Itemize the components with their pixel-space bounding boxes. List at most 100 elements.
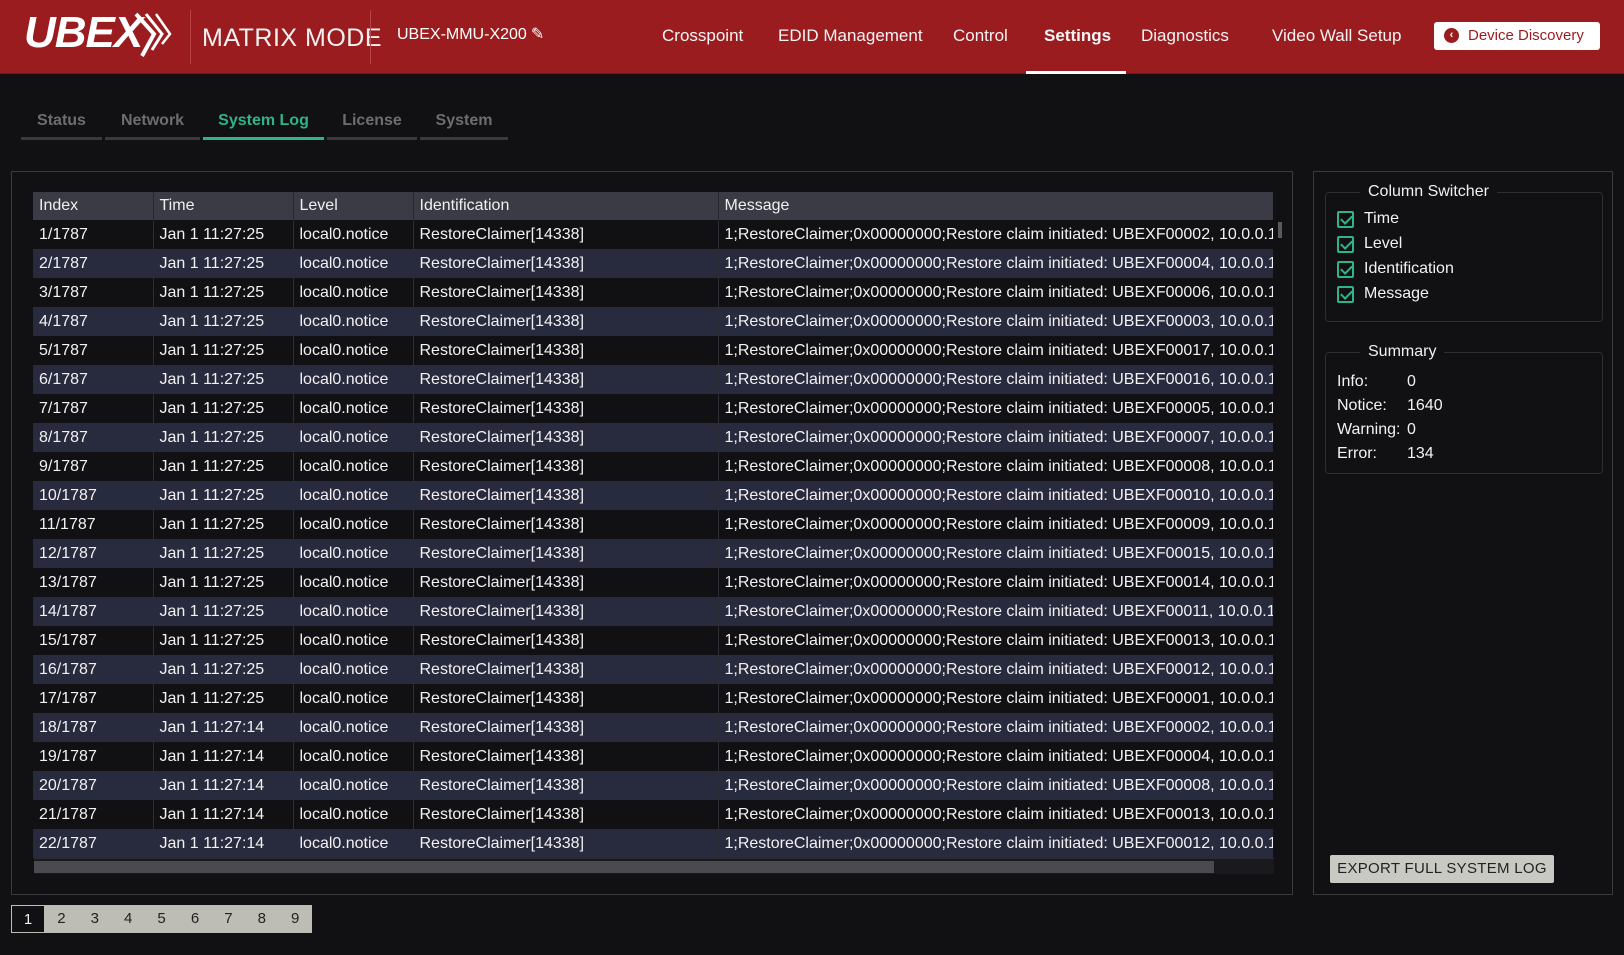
- cell-level: local0.notice: [293, 394, 414, 423]
- subtab-system[interactable]: System: [420, 108, 508, 140]
- page-3-button[interactable]: 3: [78, 905, 112, 933]
- column-switcher-title: Column Switcher: [1360, 183, 1497, 201]
- page-7-button[interactable]: 7: [211, 905, 245, 933]
- cell-identification: RestoreClaimer[14338]: [413, 365, 719, 394]
- col-header-time[interactable]: Time: [153, 192, 294, 220]
- device-name[interactable]: UBEX-MMU-X200 ✎: [397, 24, 544, 44]
- table-row[interactable]: 22/1787 Jan 1 11:27:14 local0.notice Restor…: [33, 829, 1273, 858]
- col-header-message[interactable]: Message: [718, 192, 1273, 220]
- nav-diagnostics[interactable]: Diagnostics: [1141, 26, 1229, 46]
- cell-message: 1;RestoreClaimer;0x00000000;Restore clai…: [718, 539, 1273, 568]
- horizontal-scrollbar-thumb[interactable]: [34, 861, 1214, 873]
- cell-identification: RestoreClaimer[14338]: [413, 278, 719, 307]
- export-system-log-button[interactable]: EXPORT FULL SYSTEM LOG: [1330, 855, 1554, 883]
- table-row[interactable]: 15/1787 Jan 1 11:27:25 local0.notice Restor…: [33, 626, 1273, 655]
- page-4-button[interactable]: 4: [111, 905, 145, 933]
- page-5-button[interactable]: 5: [145, 905, 179, 933]
- cell-time: Jan 1 11:27:25: [153, 655, 294, 684]
- page-6-button[interactable]: 6: [178, 905, 212, 933]
- log-table: Index Time Level Identification Message …: [33, 192, 1273, 858]
- horizontal-scrollbar[interactable]: [34, 858, 1274, 874]
- cell-message: 1;RestoreClaimer;0x00000000;Restore clai…: [718, 597, 1273, 626]
- table-row[interactable]: 14/1787 Jan 1 11:27:25 local0.notice Restor…: [33, 597, 1273, 626]
- cell-time: Jan 1 11:27:25: [153, 365, 294, 394]
- cell-message: 1;RestoreClaimer;0x00000000;Restore clai…: [718, 655, 1273, 684]
- page-8-button[interactable]: 8: [245, 905, 279, 933]
- log-table-container[interactable]: Index Time Level Identification Message …: [33, 192, 1273, 860]
- pencil-icon[interactable]: ✎: [531, 24, 544, 44]
- table-row[interactable]: 17/1787 Jan 1 11:27:25 local0.notice Restor…: [33, 684, 1273, 713]
- side-panel: Column Switcher Time Level Identificatio…: [1313, 171, 1613, 895]
- table-row[interactable]: 3/1787 Jan 1 11:27:25 local0.notice Restore…: [33, 278, 1273, 307]
- table-row[interactable]: 21/1787 Jan 1 11:27:14 local0.notice Restor…: [33, 800, 1273, 829]
- summary-key: Info:: [1337, 373, 1369, 390]
- cell-message: 1;RestoreClaimer;0x00000000;Restore clai…: [718, 336, 1273, 365]
- table-row[interactable]: 7/1787 Jan 1 11:27:25 local0.notice Restore…: [33, 394, 1273, 423]
- cell-identification: RestoreClaimer[14338]: [413, 510, 719, 539]
- table-row[interactable]: 2/1787 Jan 1 11:27:25 local0.notice Restore…: [33, 249, 1273, 278]
- device-discovery-button[interactable]: ‹ Device Discovery: [1434, 22, 1600, 50]
- checkbox-checked-icon[interactable]: [1337, 211, 1354, 228]
- cell-identification: RestoreClaimer[14338]: [413, 684, 719, 713]
- cell-index: 4/1787: [33, 307, 154, 336]
- table-row[interactable]: 8/1787 Jan 1 11:27:25 local0.notice Restore…: [33, 423, 1273, 452]
- table-row[interactable]: 16/1787 Jan 1 11:27:25 local0.notice Restor…: [33, 655, 1273, 684]
- cell-identification: RestoreClaimer[14338]: [413, 220, 719, 249]
- col-header-index[interactable]: Index: [33, 192, 154, 220]
- nav-control[interactable]: Control: [953, 26, 1008, 46]
- table-row[interactable]: 5/1787 Jan 1 11:27:25 local0.notice Restore…: [33, 336, 1273, 365]
- table-row[interactable]: 19/1787 Jan 1 11:27:14 local0.notice Restor…: [33, 742, 1273, 771]
- cell-level: local0.notice: [293, 423, 414, 452]
- cell-identification: RestoreClaimer[14338]: [413, 568, 719, 597]
- cell-identification: RestoreClaimer[14338]: [413, 829, 719, 858]
- table-row[interactable]: 20/1787 Jan 1 11:27:14 local0.notice Restor…: [33, 771, 1273, 800]
- page-9-button[interactable]: 9: [278, 905, 312, 933]
- subtab-network[interactable]: Network: [105, 108, 200, 140]
- subtab-status[interactable]: Status: [21, 108, 102, 140]
- table-row[interactable]: 1/1787 Jan 1 11:27:25 local0.notice Restore…: [33, 220, 1273, 249]
- cell-message: 1;RestoreClaimer;0x00000000;Restore clai…: [718, 220, 1273, 249]
- cell-time: Jan 1 11:27:25: [153, 278, 294, 307]
- cell-level: local0.notice: [293, 713, 414, 742]
- checkbox-checked-icon[interactable]: [1337, 261, 1354, 278]
- cell-identification: RestoreClaimer[14338]: [413, 423, 719, 452]
- subtab-license[interactable]: License: [327, 108, 417, 140]
- cell-message: 1;RestoreClaimer;0x00000000;Restore clai…: [718, 452, 1273, 481]
- nav-edid-management[interactable]: EDID Management: [778, 26, 923, 46]
- col-header-level[interactable]: Level: [293, 192, 414, 220]
- table-row[interactable]: 11/1787 Jan 1 11:27:25 local0.notice Restor…: [33, 510, 1273, 539]
- page-1-button[interactable]: 1: [11, 905, 45, 933]
- pagination: 123456789: [11, 905, 312, 933]
- cell-index: 20/1787: [33, 771, 154, 800]
- cell-level: local0.notice: [293, 249, 414, 278]
- table-row[interactable]: 9/1787 Jan 1 11:27:25 local0.notice Restore…: [33, 452, 1273, 481]
- table-row[interactable]: 12/1787 Jan 1 11:27:25 local0.notice Restor…: [33, 539, 1273, 568]
- subtab-system-log[interactable]: System Log: [203, 108, 324, 140]
- col-header-identification[interactable]: Identification: [413, 192, 719, 220]
- cell-level: local0.notice: [293, 510, 414, 539]
- summary-key: Warning:: [1337, 421, 1401, 438]
- table-row[interactable]: 13/1787 Jan 1 11:27:25 local0.notice Restor…: [33, 568, 1273, 597]
- vertical-scrollbar[interactable]: [1278, 222, 1282, 238]
- table-row[interactable]: 10/1787 Jan 1 11:27:25 local0.notice Restor…: [33, 481, 1273, 510]
- cell-level: local0.notice: [293, 539, 414, 568]
- cell-level: local0.notice: [293, 742, 414, 771]
- cell-level: local0.notice: [293, 800, 414, 829]
- table-row[interactable]: 6/1787 Jan 1 11:27:25 local0.notice Restore…: [33, 365, 1273, 394]
- page-2-button[interactable]: 2: [44, 905, 78, 933]
- cell-message: 1;RestoreClaimer;0x00000000;Restore clai…: [718, 510, 1273, 539]
- nav-crosspoint[interactable]: Crosspoint: [662, 26, 743, 46]
- table-row[interactable]: 4/1787 Jan 1 11:27:25 local0.notice Restore…: [33, 307, 1273, 336]
- logo-chevrons-icon: [134, 12, 172, 57]
- checkbox-checked-icon[interactable]: [1337, 286, 1354, 303]
- table-row[interactable]: 18/1787 Jan 1 11:27:14 local0.notice Restor…: [33, 713, 1273, 742]
- nav-settings[interactable]: Settings: [1044, 26, 1111, 46]
- cell-index: 11/1787: [33, 510, 154, 539]
- nav-video-wall-setup[interactable]: Video Wall Setup: [1272, 26, 1401, 46]
- cell-time: Jan 1 11:27:14: [153, 829, 294, 858]
- cell-index: 5/1787: [33, 336, 154, 365]
- checkbox-checked-icon[interactable]: [1337, 236, 1354, 253]
- cell-level: local0.notice: [293, 829, 414, 858]
- system-log-panel: Index Time Level Identification Message …: [11, 171, 1293, 895]
- cell-time: Jan 1 11:27:25: [153, 510, 294, 539]
